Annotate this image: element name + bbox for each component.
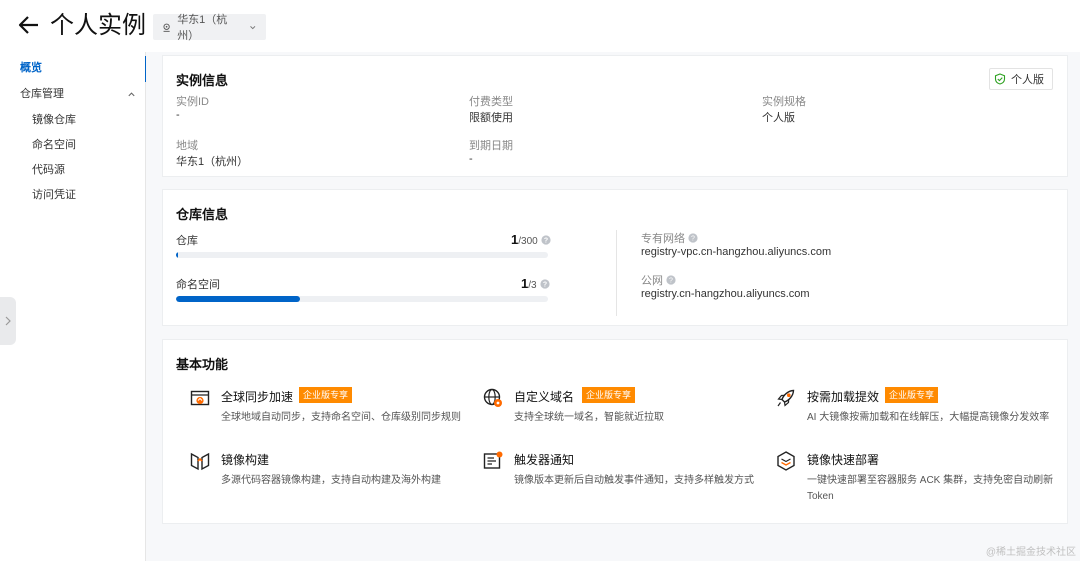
- sidebar-item-code-source[interactable]: 代码源: [0, 158, 146, 182]
- namespace-count-label: 命名空间: [176, 279, 220, 291]
- basic-features-title: 基本功能: [176, 357, 229, 372]
- vpc-endpoint-value: registry-vpc.cn-hangzhou.aliyuncs.com: [641, 246, 832, 258]
- field-label: 付费类型: [469, 96, 513, 108]
- namespace-count-progress: [176, 296, 548, 302]
- svg-text:?: ?: [542, 282, 546, 289]
- feature-desc: 全球地域自动同步，支持命名空间、仓库级别同步规则: [221, 412, 461, 423]
- back-arrow-icon[interactable]: [18, 14, 40, 36]
- region-select[interactable]: 华东1（杭州）: [153, 14, 266, 42]
- sidebar-item-image-repos[interactable]: 镜像仓库: [0, 108, 146, 132]
- field-value: 限额使用: [469, 112, 513, 124]
- divider: [616, 230, 617, 316]
- chevron-right-icon: [5, 316, 11, 326]
- sidebar-item-access-credentials[interactable]: 访问凭证: [0, 183, 146, 207]
- enterprise-only-tag: 企业版专享: [299, 387, 353, 403]
- sidebar-item-label: 代码源: [32, 164, 65, 176]
- feature-title: 自定义域名: [514, 390, 575, 404]
- chevron-up-icon: [128, 92, 135, 97]
- repo-count-label: 仓库: [176, 235, 198, 247]
- sidebar-item-label: 访问凭证: [32, 189, 76, 201]
- feature-desc: 多源代码容器镜像构建，支持自动构建及海外构建: [221, 475, 441, 486]
- chevron-down-icon: [250, 25, 256, 29]
- feature-title: 全球同步加速: [221, 390, 294, 404]
- repo-info-title: 仓库信息: [176, 207, 229, 222]
- field-label: 实例规格: [762, 96, 806, 108]
- location-pin-icon: [163, 23, 170, 32]
- enterprise-only-tag: 企业版专享: [885, 387, 939, 403]
- edition-badge: 个人版: [989, 68, 1053, 90]
- public-endpoint-label: 公网?: [641, 272, 676, 288]
- custom-domain-icon: [483, 388, 502, 407]
- page-header: 个人实例 华东1（杭州）: [0, 0, 1080, 52]
- sidebar-item-namespaces[interactable]: 命名空间: [0, 133, 146, 157]
- image-build-icon: [190, 452, 210, 471]
- page-title: 个人实例: [50, 12, 146, 39]
- feature-desc: 支持全球统一域名，智能就近拉取: [514, 412, 664, 423]
- public-endpoint-value: registry.cn-hangzhou.aliyuncs.com: [641, 288, 810, 300]
- enterprise-only-tag: 企业版专享: [582, 387, 636, 403]
- feature-title: 镜像快速部署: [807, 453, 880, 467]
- field-label: 地域: [176, 140, 198, 152]
- main-content: 实例信息 个人版 实例ID - 付费类型 限额使用 实例规格 个人版 地域 华东…: [146, 52, 1080, 561]
- sidebar-item-label: 命名空间: [32, 139, 76, 151]
- help-icon[interactable]: ?: [666, 275, 676, 285]
- sidebar-collapse-toggle[interactable]: [0, 297, 16, 345]
- public-endpoint-label-text: 公网: [641, 275, 663, 287]
- feature-desc: 镜像版本更新后自动触发事件通知，支持多样触发方式: [514, 475, 754, 486]
- vpc-endpoint-label: 专有网络?: [641, 230, 698, 246]
- repo-count: 1/300?: [511, 232, 551, 247]
- svg-text:?: ?: [544, 238, 548, 245]
- sidebar-item-label: 仓库管理: [20, 88, 64, 100]
- rocket-icon: [777, 389, 795, 407]
- instance-info-title: 实例信息: [176, 73, 229, 88]
- quick-deploy-icon: [777, 451, 795, 471]
- field-value: 华东1（杭州）: [176, 156, 249, 168]
- sidebar-item-overview[interactable]: 概览: [0, 56, 147, 82]
- feature-title: 触发器通知: [514, 453, 575, 467]
- svg-text:?: ?: [669, 278, 673, 285]
- field-value: -: [469, 153, 473, 165]
- sidebar-item-label: 镜像仓库: [32, 114, 76, 126]
- svg-text:?: ?: [691, 236, 695, 243]
- field-label: 到期日期: [469, 140, 513, 152]
- instance-info-card: 实例信息 个人版 实例ID - 付费类型 限额使用 实例规格 个人版 地域 华东…: [162, 55, 1068, 177]
- sidebar: 概览 仓库管理 镜像仓库 命名空间 代码源 访问凭证: [0, 52, 147, 561]
- feature-desc: AI 大镜像按需加载和在线解压，大幅提高镜像分发效率: [807, 412, 1050, 423]
- repo-count-progress-fill: [176, 252, 178, 258]
- namespace-count-progress-fill: [176, 296, 300, 302]
- region-select-value: 华东1（杭州）: [177, 14, 228, 42]
- feature-title: 按需加载提效: [807, 390, 880, 404]
- feature-desc: 一键快速部署至容器服务 ACK 集群，支持免密自动刷新 Token: [807, 475, 1054, 502]
- shield-check-icon: [994, 73, 1006, 85]
- help-icon[interactable]: ?: [541, 235, 551, 245]
- repo-count-max: /300: [518, 236, 538, 247]
- edition-badge-label: 个人版: [1011, 74, 1044, 86]
- namespace-count: 1/3?: [521, 276, 550, 291]
- repo-info-card: 仓库信息 仓库 1/300? 命名空间 1/3? 专有网络? registry-…: [162, 189, 1068, 326]
- help-icon[interactable]: ?: [539, 279, 550, 289]
- field-value: -: [176, 109, 180, 121]
- trigger-notify-icon: [483, 451, 503, 469]
- field-label: 实例ID: [176, 96, 209, 108]
- sidebar-item-label: 概览: [20, 62, 42, 74]
- global-sync-icon: [190, 390, 210, 406]
- watermark: @稀土掘金技术社区: [985, 547, 1076, 558]
- repo-count-progress: [176, 252, 548, 258]
- feature-title: 镜像构建: [221, 453, 270, 467]
- namespace-count-max: /3: [528, 280, 537, 291]
- vpc-endpoint-label-text: 专有网络: [641, 233, 685, 245]
- help-icon[interactable]: ?: [688, 233, 698, 243]
- basic-features-card: 基本功能 全球同步加速 企业版专享 全球地域自动同步，支持命名空间、仓库级别同步…: [162, 339, 1068, 524]
- sidebar-group-repo-management[interactable]: 仓库管理: [0, 82, 146, 106]
- field-value: 个人版: [762, 112, 795, 124]
